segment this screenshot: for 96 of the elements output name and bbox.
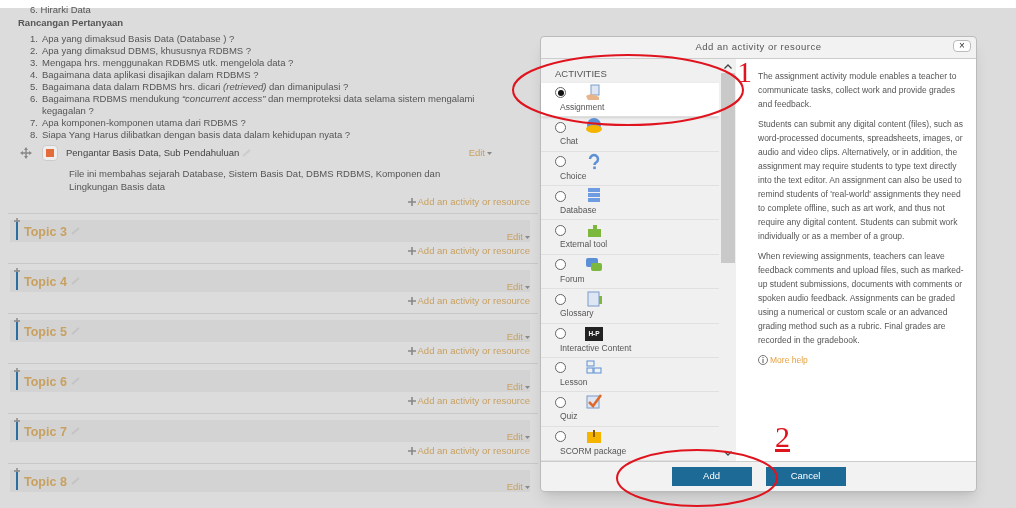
move-handle-icon[interactable] [12,268,22,290]
caret-icon [525,435,530,439]
radio-button[interactable] [555,87,566,99]
radio-button[interactable] [555,396,566,408]
topic-title: Topic 4 [24,274,67,291]
activity-option[interactable]: Forum [541,254,719,290]
close-button[interactable]: × [953,40,971,52]
activity-label: Glossary [559,307,595,320]
activity-option[interactable]: Chat [541,117,719,152]
caret-icon [525,335,530,339]
caret-icon [525,235,530,239]
question-text: Apa yang dimaksud Basis Data (Database ) ? [42,33,236,45]
activity-option[interactable]: Assignment [541,82,719,118]
topic-title: Topic 6 [24,374,67,391]
scroll-up-icon[interactable] [723,64,732,69]
section-heading: Rancangan Pertanyaan [17,16,125,30]
caret-icon [487,151,492,155]
plus-icon [407,198,416,206]
radio-button[interactable] [555,259,566,271]
list-number: 4. [30,69,39,81]
plus-icon [407,447,416,455]
radio-button[interactable] [555,224,566,236]
scroll-down-icon[interactable] [723,451,732,456]
activity-icon [585,427,603,446]
description-paragraph: The assignment activity module enables a teacher to communicate tasks, collect work and provide grades and feedback. [758,70,958,111]
activity-icon [585,83,603,102]
caret-icon [525,385,530,389]
list-number: 5. [30,81,39,93]
plus-icon [407,397,416,405]
radio-button[interactable] [555,328,566,340]
activity-label: Quiz [559,410,579,423]
topic-title: Topic 3 [24,224,67,241]
activity-option[interactable]: Lesson [541,357,719,393]
annotation-number: 2 [775,420,790,453]
list-item: 6. Hirarki Data [29,3,92,16]
dialog-title: Add an activity or resource [695,40,822,55]
radio-button[interactable] [555,156,566,168]
resource-link[interactable]: Pengantar Basis Data, Sub Pendahuluan [66,145,240,161]
plus-icon [407,347,416,355]
topic-title: Topic 7 [24,424,67,441]
radio-button[interactable] [555,121,566,133]
activity-icon [585,290,603,309]
caret-icon [525,485,530,489]
resource-description: File ini membahas sejarah Database, Sistem Basis Dat, DBMS RDBMS, Komponen dan Lingkungan Basis data [68,167,442,193]
list-number: 3. [30,57,39,69]
radio-button[interactable] [555,293,566,305]
radio-button[interactable] [555,190,566,202]
dialog-button[interactable]: Cancel [765,467,846,486]
move-handle-icon[interactable] [12,418,22,440]
plus-icon [407,247,416,255]
move-handle-icon[interactable] [12,318,22,340]
question-text: Bagaimana RDBMS mendukung “concurrent access” dan memproteksi data selama sistem mengalami kegagalan ? [42,93,476,116]
activity-icon [585,393,603,412]
activity-label: Forum [559,272,586,285]
question-text: Apa komponen-komponen utama dari RDBMS ? [42,116,247,128]
activity-label: External tool [559,238,609,251]
activity-label: Assignment [559,100,606,113]
question-text: Bagaimana data aplikasi disajikan dalam RDBMS ? [42,69,260,81]
activity-label: Database [559,204,598,217]
activity-label: Lesson [559,375,589,388]
question-text: Mengapa hrs. menggunakan RDBMS utk. mengelola data ? [42,57,295,69]
topic-title: Topic 5 [24,324,67,341]
annotation-number: 1 [737,55,752,88]
activity-option[interactable]: External tool [541,220,719,255]
plus-icon [407,297,416,305]
activity-icon [585,358,603,377]
topic-title: Topic 8 [24,474,67,491]
list-number: 1. [30,33,39,45]
radio-button[interactable] [555,431,566,443]
activity-label: Choice [559,169,588,182]
dialog-button[interactable]: Add [671,467,752,486]
activity-option[interactable]: Glossary [541,289,719,324]
section-label: ACTIVITIES [554,67,608,81]
description-paragraph: When reviewing assignments, teachers can leave feedback comments and upload files, such as marked-up student submissions, documents with comments or spoken audio feedback. Assignments can be graded using a numerical or custom scale or an advanced grading method such as a rubric. Final grades are recorded in the gradebook. [758,250,965,347]
activity-label: SCORM package [559,444,628,457]
activity-label: Interactive Content [559,341,633,354]
move-icon[interactable] [20,147,32,159]
activity-label: Chat [559,135,579,148]
list-number: 6. [30,93,39,106]
activity-icon [585,255,603,274]
list-number: 7. [30,116,39,128]
question-text: Apa yang dimaksud DBMS, khususnya RDBMS ? [42,45,253,57]
move-handle-icon[interactable] [12,468,22,490]
move-handle-icon[interactable] [12,218,22,240]
radio-button[interactable] [555,362,566,374]
activity-option[interactable]: SCORM package [541,426,719,462]
activity-option[interactable]: Database [541,186,719,221]
caret-icon [525,285,530,289]
description-paragraph: Students can submit any digital content (files), such as word-processed documents, spreadsheets, images, or audio and video clips. Alternatively, or in addition, the assignment may require students to type text directly into the text editor. An assignment can also be used to remind students of 'real-world' assignments they need to complete offline, such as art work, and thus not require any digital content. Students can submit work individually or as a member of a group. [758,118,965,243]
file-icon [42,145,58,161]
move-handle-icon[interactable] [12,368,22,390]
activity-option[interactable]: Quiz [541,392,719,427]
list-number: 2. [30,45,39,57]
question-text: Siapa Yang Harus dilibatkan dengan basis data dalam kehidupan nyata ? [42,128,352,140]
list-number: 8. [30,128,39,140]
question-text: Bagaimana data dalam RDBMS hrs. dicari (retrieved) dan dimanipulasi ? [42,81,350,93]
